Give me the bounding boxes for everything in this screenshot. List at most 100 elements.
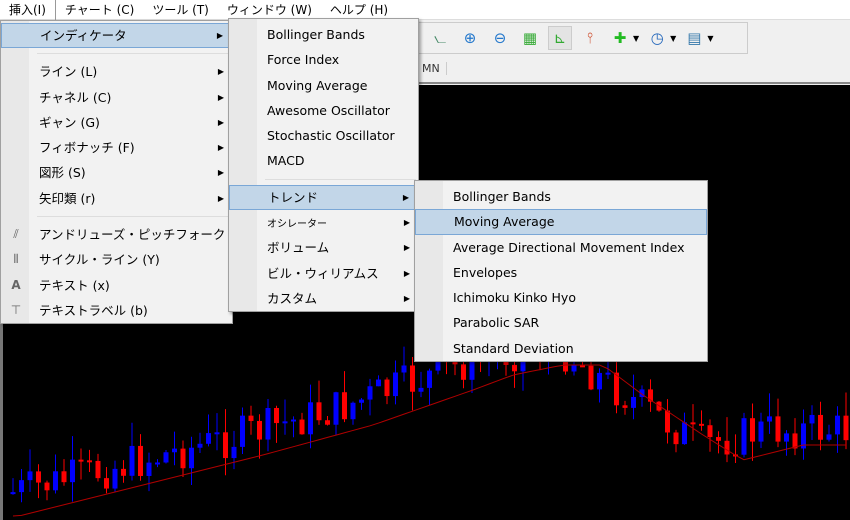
periodicity-clock-icon[interactable]: ◷ (645, 26, 669, 50)
menu-insert[interactable]: 挿入(I) (0, 0, 56, 20)
timeframe-mn[interactable]: MN (422, 62, 447, 75)
submenu-arrow-icon: ▶ (216, 31, 223, 40)
candle-body (248, 415, 254, 421)
candle-body (146, 462, 152, 476)
candle-body (231, 446, 237, 459)
chart-shift-icon[interactable]: ⫯ (578, 26, 602, 50)
menu-item-text-label[interactable]: ⊤ テキストラベル (b) (1, 298, 232, 323)
menu-item-awesome-oscillator[interactable]: Awesome Oscillator (229, 98, 418, 123)
candle-body (121, 468, 126, 476)
zoom-out-icon[interactable]: ⊖ (488, 26, 512, 50)
candle-body (291, 419, 296, 422)
candle-body (461, 364, 466, 380)
menu-item-gann[interactable]: ギャン (G) ▶ (1, 110, 232, 135)
candle-body (631, 397, 636, 408)
menu-item-force-index[interactable]: Force Index (229, 47, 418, 72)
menu-item-trend[interactable]: トレンド ▶ (229, 184, 418, 211)
candle-body (240, 415, 245, 447)
candle-body (53, 471, 58, 491)
menu-chart[interactable]: チャート (C) (56, 0, 143, 20)
candle-body (10, 492, 16, 495)
menu-item-standard-deviation[interactable]: Standard Deviation (415, 336, 707, 361)
menu-bar: 挿入(I) チャート (C) ツール (T) ウィンドウ (W) ヘルプ (H) (0, 0, 850, 20)
candle-body (614, 372, 619, 406)
candle-body (155, 462, 160, 465)
text-label-icon: ⊤ (10, 302, 22, 317)
menu-item-moving-average[interactable]: Moving Average (415, 209, 707, 235)
line-chart-icon[interactable]: ⦦ (428, 26, 452, 50)
menu-tools[interactable]: ツール (T) (143, 0, 218, 20)
chevron-down-icon[interactable]: ▼ (707, 34, 713, 43)
toolbar: ⦦ ⊕ ⊖ ▦ ⊾ ⫯ ✚ ▼ ◷ ▼ ▤ ▼ (415, 22, 748, 54)
candle-body (758, 421, 764, 442)
indicators-submenu: Bollinger Bands Force Index Moving Avera… (228, 18, 419, 313)
candle-body (750, 418, 755, 442)
menu-item-fibonacci[interactable]: フィボナッチ (F) ▶ (1, 135, 232, 160)
candle-body (257, 420, 262, 440)
auto-scroll-icon[interactable]: ⊾ (548, 26, 572, 50)
menu-item-bollinger-bands[interactable]: Bollinger Bands (415, 184, 707, 209)
candle-body (359, 399, 364, 403)
chevron-down-icon[interactable]: ▼ (670, 34, 676, 43)
candle-body (214, 432, 220, 435)
menu-item-volumes[interactable]: ボリューム ▶ (229, 235, 418, 260)
add-indicator-icon[interactable]: ✚ (608, 26, 632, 50)
candle-body (172, 448, 177, 453)
menu-item-parabolic-sar[interactable]: Parabolic SAR (415, 310, 707, 335)
candle-body (70, 459, 75, 483)
menu-item-macd[interactable]: MACD (229, 148, 418, 173)
candle-body (682, 422, 687, 445)
menu-item-custom[interactable]: カスタム ▶ (229, 286, 418, 311)
candle-body (223, 432, 228, 459)
submenu-arrow-icon: ▶ (217, 67, 224, 77)
menu-item-ichimoku[interactable]: Ichimoku Kinko Hyo (415, 285, 707, 310)
tile-windows-icon[interactable]: ▦ (518, 26, 542, 50)
menu-item-adx[interactable]: Average Directional Movement Index (415, 235, 707, 260)
candle-body (571, 365, 577, 372)
candle-body (605, 372, 611, 375)
menu-window[interactable]: ウィンドウ (W) (218, 0, 321, 20)
menu-item-indicators[interactable]: インディケータ ▶ (1, 23, 232, 49)
trend-submenu: Bollinger Bands Moving Average Average D… (414, 180, 708, 363)
menu-item-stochastic-oscillator[interactable]: Stochastic Oscillator (229, 123, 418, 148)
divider (37, 216, 230, 218)
zoom-in-icon[interactable]: ⊕ (458, 26, 482, 50)
menu-item-lines[interactable]: ライン (L) ▶ (1, 59, 232, 84)
menu-help[interactable]: ヘルプ (H) (321, 0, 397, 20)
menu-item-envelopes[interactable]: Envelopes (415, 260, 707, 285)
candle-body (418, 387, 424, 392)
timeframe-bar: MN (415, 56, 850, 84)
candle-body (690, 422, 696, 425)
menu-item-pitchfork[interactable]: ⫽ アンドリューズ・ピッチフォーク (A) (1, 222, 247, 247)
chevron-down-icon[interactable]: ▼ (633, 34, 639, 43)
candle-body (376, 379, 381, 387)
candle-body (384, 379, 390, 397)
divider (37, 53, 230, 55)
candle-body (622, 405, 628, 408)
candle-body (843, 415, 849, 441)
menu-item-cycle-lines[interactable]: ⦀ サイクル・ライン (Y) (1, 247, 232, 272)
insert-menu: インディケータ ▶ ライン (L) ▶ チャネル (C) ▶ ギャン (G) ▶ フィボ… (0, 20, 248, 325)
menu-item-bill-williams[interactable]: ビル・ウィリアムス ▶ (229, 261, 418, 286)
menu-item-label: インディケータ (40, 28, 127, 43)
menu-item-shapes[interactable]: 図形 (S) ▶ (1, 160, 232, 185)
candle-body (325, 420, 330, 425)
candle-body (19, 480, 24, 493)
menu-item-arrows[interactable]: 矢印類 (r) ▶ (1, 186, 232, 211)
menu-item-moving-average[interactable]: Moving Average (229, 73, 418, 98)
candle-body (112, 468, 118, 489)
pitchfork-icon: ⫽ (13, 227, 19, 242)
menu-item-channels[interactable]: チャネル (C) ▶ (1, 85, 232, 110)
candle-body (809, 414, 815, 424)
menu-item-oscillators[interactable]: オシレーター ▶ (229, 210, 418, 235)
menu-item-bollinger-bands[interactable]: Bollinger Bands (229, 22, 418, 47)
candle-body (342, 392, 347, 420)
candle-body (274, 408, 279, 424)
candle-body (665, 410, 670, 433)
templates-icon[interactable]: ▤ (682, 26, 706, 50)
menu-item-text[interactable]: A テキスト (x) (1, 273, 232, 298)
candle-body (741, 418, 747, 455)
candle-body (61, 471, 67, 483)
candle-body (393, 372, 398, 397)
candle-body (316, 402, 322, 421)
